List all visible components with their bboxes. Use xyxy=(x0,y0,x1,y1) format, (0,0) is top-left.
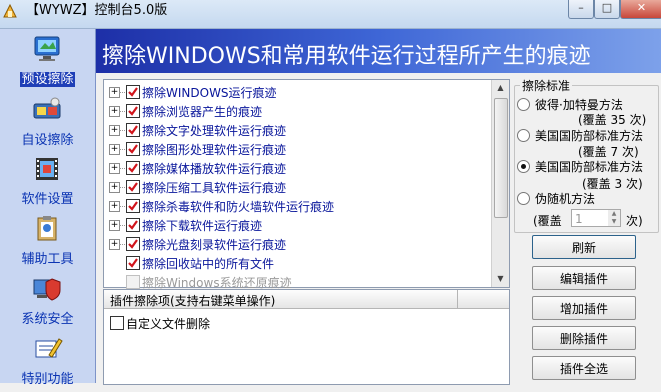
tree-scrollbar[interactable]: ▲ ▼ xyxy=(491,80,509,287)
select-all-plugins-button[interactable]: 插件全选 xyxy=(532,356,636,380)
app-icon xyxy=(2,2,20,20)
eraser-icon xyxy=(31,96,63,124)
custom-cover-prefix: (覆盖 xyxy=(533,214,562,228)
tree-item-label: 擦除压缩工具软件运行痕迹 xyxy=(142,181,287,195)
checked-checkbox[interactable] xyxy=(126,180,140,194)
shield-computer-icon xyxy=(31,275,63,303)
delete-plugin-button[interactable]: 删除插件 xyxy=(532,326,636,350)
erase-tree[interactable]: + 擦除WINDOWS运行痕迹 + 擦除浏览器产生的痕迹 + 擦除文字处理软件运行痕迹 + 擦… xyxy=(103,79,510,290)
close-button[interactable]: ✕ xyxy=(620,0,661,19)
column-divider xyxy=(457,290,458,308)
checked-checkbox[interactable] xyxy=(126,123,140,137)
stepper-up-icon[interactable]: ▲ xyxy=(608,210,620,218)
tree-item-label: 擦除杀毒软件和防火墙软件运行痕迹 xyxy=(142,200,335,214)
radio-label: 美国国防部标准方法 xyxy=(535,129,644,143)
plugin-label: 自定义文件删除 xyxy=(126,317,211,331)
radio-button[interactable] xyxy=(517,98,530,111)
sidebar-item-aux-tools[interactable]: 辅助工具 xyxy=(0,212,95,272)
maximize-button[interactable]: □ xyxy=(594,0,620,19)
tree-item-label: 擦除回收站中的所有文件 xyxy=(142,257,275,271)
pencil-notebook-icon xyxy=(31,335,63,363)
scroll-thumb[interactable] xyxy=(494,98,508,218)
tree-item-label: 擦除浏览器产生的痕迹 xyxy=(142,105,263,119)
window-title: 【WYWZ】控制台5.0版 xyxy=(26,3,168,18)
sidebar-item-label: 特别功能 xyxy=(21,372,74,387)
radio-button[interactable] xyxy=(517,129,530,142)
header-banner: 擦除WINDOWS和常用软件运行过程所产生的痕迹 xyxy=(96,29,661,73)
sidebar-item-custom-erase[interactable]: 自设擦除 xyxy=(0,93,95,153)
checked-checkbox[interactable] xyxy=(126,237,140,251)
sidebar-item-label: 系统安全 xyxy=(21,312,74,327)
checkbox xyxy=(126,275,140,289)
cover-count-text: (覆盖 35 次) xyxy=(578,113,647,127)
sidebar-item-label: 自设擦除 xyxy=(21,133,74,148)
tree-item-label: 擦除文字处理软件运行痕迹 xyxy=(142,124,287,138)
radio-label: 美国国防部标准方法 xyxy=(535,160,644,174)
sidebar-item-software-settings[interactable]: 软件设置 xyxy=(0,152,95,212)
sidebar-item-special-functions[interactable]: 特别功能 xyxy=(0,332,95,392)
sidebar: 预设擦除 自设擦除 软件设置 辅助工具 系统安全 特别功能 xyxy=(0,29,96,387)
tree-item-label: 擦除图形处理软件运行痕迹 xyxy=(142,143,287,157)
checked-checkbox[interactable] xyxy=(126,256,140,270)
stepper-buttons[interactable]: ▲ ▼ xyxy=(608,210,620,226)
checked-checkbox[interactable] xyxy=(126,218,140,232)
checked-checkbox[interactable] xyxy=(126,142,140,156)
radio-label: 伪随机方法 xyxy=(535,192,596,206)
erase-criteria-legend: 擦除标准 xyxy=(520,77,573,94)
tree-item-label: 擦除光盘刻录软件运行痕迹 xyxy=(142,238,287,252)
sidebar-item-system-security[interactable]: 系统安全 xyxy=(0,272,95,332)
clipboard-icon xyxy=(31,215,63,243)
sidebar-item-label: 软件设置 xyxy=(21,192,74,207)
plugin-list[interactable]: 插件擦除项(支持右键菜单操作) 自定义文件删除 xyxy=(103,289,510,385)
tree-item-label: 擦除WINDOWS运行痕迹 xyxy=(142,86,277,100)
checked-checkbox[interactable] xyxy=(126,85,140,99)
custom-cover-suffix: 次) xyxy=(626,214,643,228)
tree-item-label: 擦除媒体播放软件运行痕迹 xyxy=(142,162,287,176)
checked-checkbox[interactable] xyxy=(126,104,140,118)
title-bar: 【WYWZ】控制台5.0版 – □ ✕ xyxy=(0,0,661,29)
radio-button-selected[interactable] xyxy=(517,160,530,173)
plugin-column-header: 插件擦除项(支持右键菜单操作) xyxy=(110,294,276,308)
add-plugin-button[interactable]: 增加插件 xyxy=(532,296,636,320)
sidebar-item-label: 预设擦除 xyxy=(20,72,75,87)
scroll-up-arrow-icon[interactable]: ▲ xyxy=(492,80,509,96)
sidebar-item-label: 辅助工具 xyxy=(21,252,74,267)
checked-checkbox[interactable] xyxy=(126,199,140,213)
checked-checkbox[interactable] xyxy=(126,161,140,175)
film-icon xyxy=(31,155,63,183)
minimize-button[interactable]: – xyxy=(568,0,594,19)
plugin-list-header: 插件擦除项(支持右键菜单操作) xyxy=(104,290,509,309)
monitor-icon xyxy=(31,35,63,63)
stepper-down-icon[interactable]: ▼ xyxy=(608,218,620,226)
tree-item-label: 擦除下载软件运行痕迹 xyxy=(142,219,263,233)
scroll-down-arrow-icon[interactable]: ▼ xyxy=(492,271,509,287)
page-title: 擦除WINDOWS和常用软件运行过程所产生的痕迹 xyxy=(102,44,591,69)
plugin-checkbox[interactable] xyxy=(110,316,124,330)
radio-button[interactable] xyxy=(517,192,530,205)
refresh-button[interactable]: 刷新 xyxy=(532,235,636,259)
edit-plugin-button[interactable]: 编辑插件 xyxy=(532,266,636,290)
sidebar-item-preset-erase[interactable]: 预设擦除 xyxy=(0,32,95,92)
